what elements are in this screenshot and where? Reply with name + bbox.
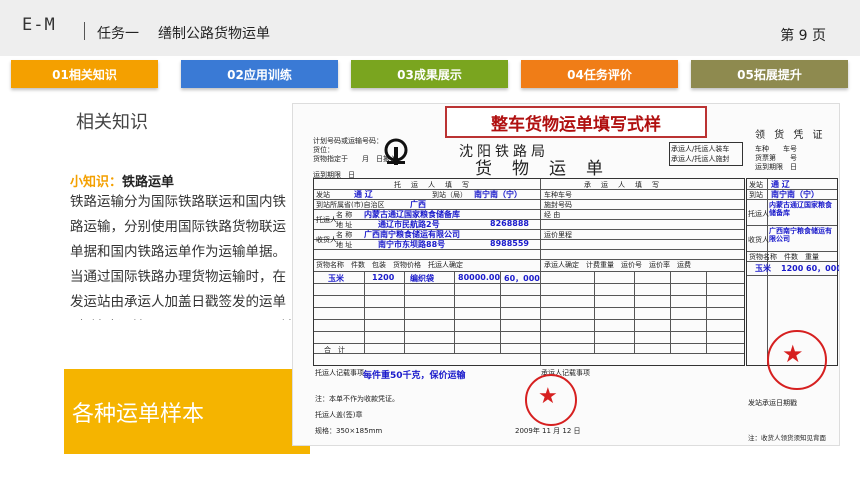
receipt-goods: 玉米 xyxy=(755,264,771,273)
carrier-section-label: 承运人填写 xyxy=(584,181,669,189)
receiver-address: 南宁市东坝路88号 xyxy=(378,240,446,249)
receipt-date-label: 发站承运日期戳 xyxy=(748,399,797,407)
goods-weight: 60，000 xyxy=(504,274,540,283)
goods-pieces: 1200 xyxy=(372,273,395,282)
shipper-phone: 8268888 xyxy=(490,219,529,228)
receipt-receiver-label: 收货人 xyxy=(748,236,769,244)
tab-task-evaluation[interactable]: 04任务评价 xyxy=(521,60,678,88)
task-label: 任务一 xyxy=(97,26,139,42)
tip-keyword: 小知识： xyxy=(70,175,123,190)
body-text: 铁路运输分为国际铁路联运和国内铁路运输，分别使用国际铁路货物联运单据和国内铁路运… xyxy=(70,194,294,320)
carrier-line1: 承运人/托运人装车 xyxy=(671,145,730,153)
receiver-addr-label: 地 址 xyxy=(336,241,353,249)
remark-text: 每件重50千克，保价运输 xyxy=(363,371,466,381)
receipt-shipper-label: 托运人 xyxy=(748,210,769,218)
header-divider xyxy=(84,22,85,40)
page-number: 第 9 页 xyxy=(780,28,826,44)
waybill-sample-image: 整车货物运单填写式样 计划号码或运输号码： 货位： 货物指定于 月 日搬入 运到… xyxy=(292,103,840,446)
shipper-name-label: 名 称 xyxy=(336,211,353,219)
header-bar: E-M 任务一 缮制公路货物运单 第 9 页 xyxy=(0,0,860,56)
tip-heading: 小知识：铁路运单 xyxy=(70,171,174,190)
task-title: 缮制公路货物运单 xyxy=(158,26,270,42)
railway-logo-icon xyxy=(384,138,408,165)
receipt-from-label: 发站 xyxy=(749,181,763,189)
station-label: 发站 xyxy=(316,191,330,199)
receiver-phone: 8988559 xyxy=(490,239,529,248)
route-label: 运价里程 xyxy=(544,231,572,239)
receipt-stamp-star-icon: ★ xyxy=(782,340,804,368)
shipper-section-label: 托运人填写 xyxy=(394,181,479,189)
tab-extension[interactable]: 05拓展提升 xyxy=(691,60,848,88)
carrier-line2: 承运人/托运人施封 xyxy=(671,155,730,163)
goods-name: 玉米 xyxy=(328,274,344,283)
receiver-name-label: 名 称 xyxy=(336,231,353,239)
waybill-grid: 托运人填写 承运人填写 发站 通 辽 到站（局） 南宁南（宁） 车种车号 到站所… xyxy=(313,178,745,366)
total-label: 合 计 xyxy=(324,346,345,354)
tip-title: 铁路运单 xyxy=(122,175,175,190)
receipt-to: 南宁南（宁） xyxy=(771,190,819,199)
shipper-addr-label: 地 址 xyxy=(336,221,353,229)
sample-banner: 各种运单样本 xyxy=(64,369,310,454)
goods-value: 80000.00 xyxy=(458,273,501,282)
ship-to: 南宁南（宁） xyxy=(474,190,522,199)
doc-note: 注：本单不作为收款凭证。 xyxy=(315,395,399,403)
ship-from: 通 辽 xyxy=(354,190,373,199)
receipt-receiver: 广西南宁粮食储运有限公司 xyxy=(769,227,832,243)
car-type-label: 车种车号 xyxy=(544,191,572,199)
logo: E-M xyxy=(22,15,56,35)
dest-label: 到站（局） xyxy=(432,191,467,199)
carrier-stamp-star-icon: ★ xyxy=(538,384,558,409)
receipt-footer: 注：收货人领货须知见背面 xyxy=(748,434,826,442)
shipper-label: 托运人 xyxy=(316,216,337,224)
carrier-col-label: 承运人确定 计费重量 运价号 运价率 运费 xyxy=(544,261,691,269)
doc-sign-label: 托运人盖(签)章 xyxy=(315,411,363,419)
goods-packaging: 编织袋 xyxy=(410,274,434,283)
doc-date: 2009年 11 月 12 日 xyxy=(515,427,581,435)
goods-col-label: 货物名称 件数 包装 货物价格 托运人确定 xyxy=(316,261,463,269)
seal-label: 施封号码 xyxy=(544,201,572,209)
tab-related-knowledge[interactable]: 01相关知识 xyxy=(11,60,158,88)
remark-label: 托运人记载事项 xyxy=(315,369,364,377)
receipt-shipper: 内蒙古通辽国家粮食储备库 xyxy=(769,201,832,217)
receipt-to-label: 到站 xyxy=(749,191,763,199)
document-title: 整车货物运单填写式样 xyxy=(445,106,707,138)
receipt-weight: 1200 60，000 xyxy=(781,264,840,273)
section-title: 相关知识 xyxy=(76,112,148,133)
tab-application-training[interactable]: 02应用训练 xyxy=(181,60,338,88)
receipt-header: 领 货 凭 证 xyxy=(755,130,826,141)
tab-results-display[interactable]: 03成果展示 xyxy=(351,60,508,88)
receipt-goods-label: 货物名称 件数 重量 xyxy=(749,253,819,261)
receipt-deadline: 运到期限 日 xyxy=(755,163,797,171)
via-label: 经 由 xyxy=(544,211,561,219)
doc-spec: 规格：350×185mm xyxy=(315,427,383,435)
waybill-word: 货物运单 xyxy=(475,159,623,179)
receiver-label: 收货人 xyxy=(316,236,337,244)
